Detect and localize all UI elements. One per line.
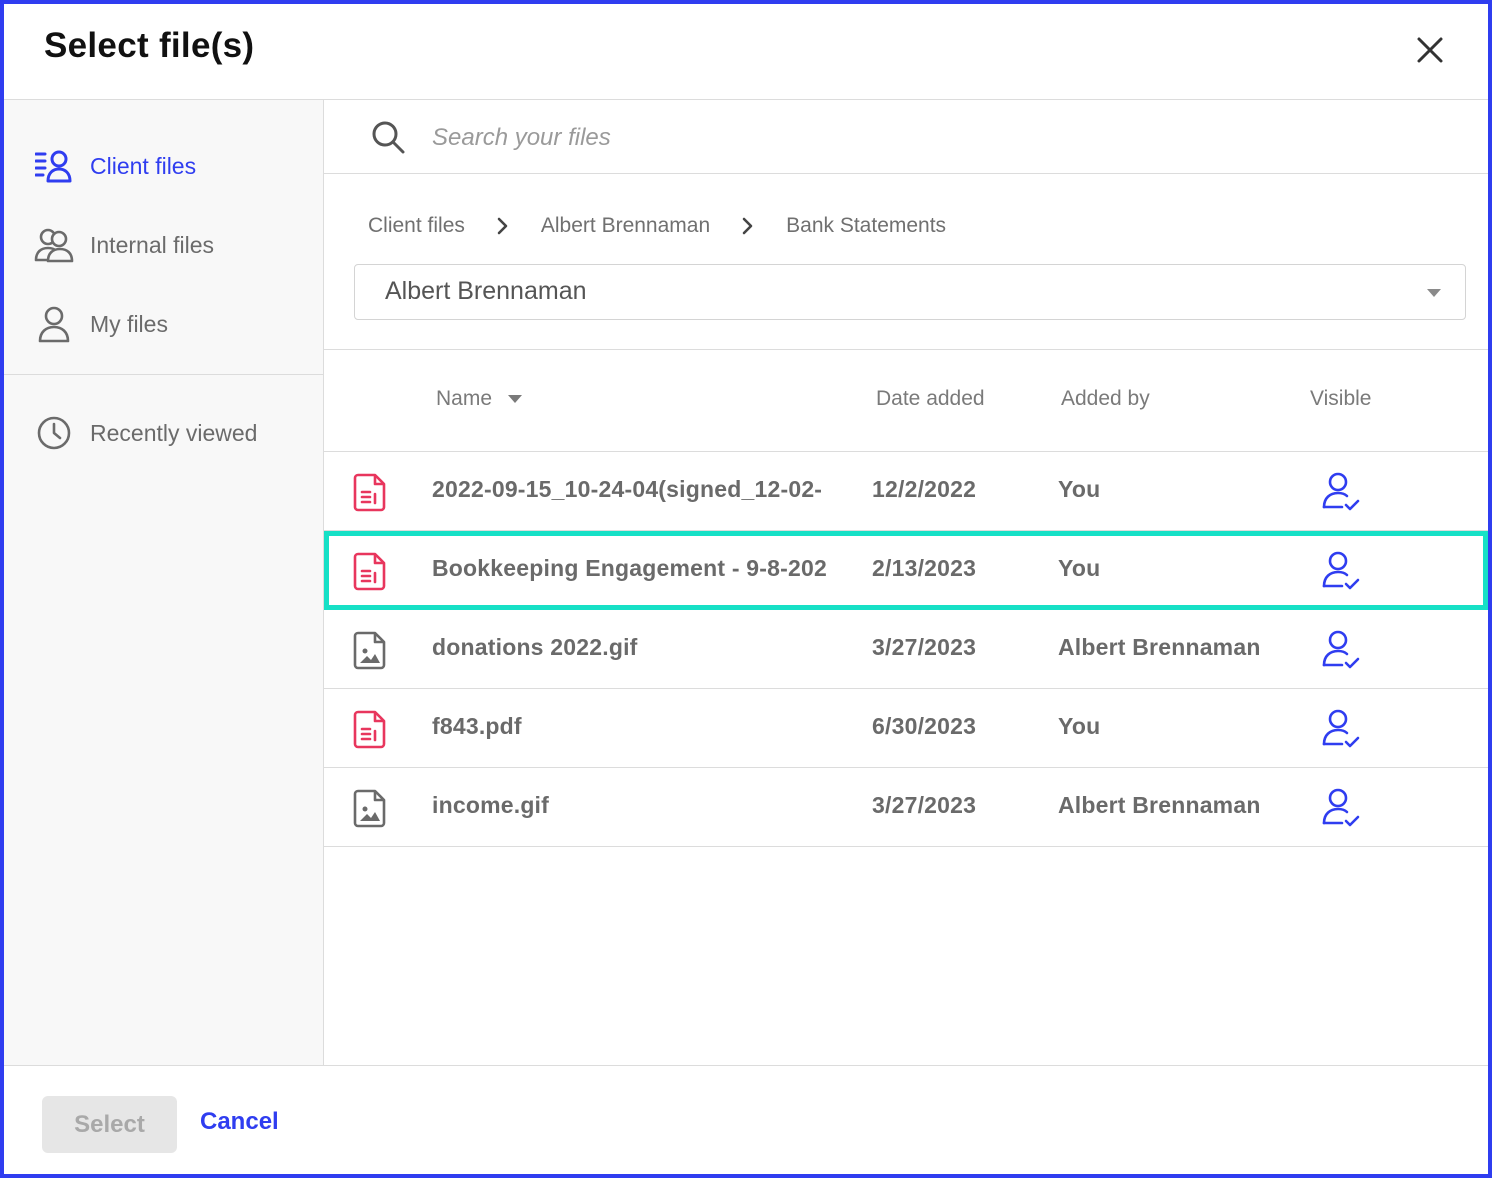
client-select-value: Albert Brennaman <box>385 277 587 305</box>
table-header: Name Date added Added by Visible <box>324 350 1488 452</box>
breadcrumb: Client files Albert Brennaman Bank State… <box>368 208 946 244</box>
user-check-icon[interactable] <box>1319 707 1363 751</box>
table-row[interactable]: income.gif 3/27/2023 Albert Brennaman <box>324 768 1488 847</box>
chevron-right-icon <box>493 216 513 236</box>
client-select[interactable]: Albert Brennaman <box>354 264 1466 320</box>
file-added-by: You <box>1058 713 1101 739</box>
file-name: donations 2022.gif <box>432 634 638 660</box>
column-header-visible[interactable]: Visible <box>1310 387 1371 411</box>
search-input[interactable] <box>432 116 1432 160</box>
table-row-selected[interactable]: Bookkeeping Engagement - 9-8-202 2/13/20… <box>324 531 1488 610</box>
file-date-added: 2/13/2023 <box>872 555 977 581</box>
column-header-added-by[interactable]: Added by <box>1061 387 1150 411</box>
file-name: f843.pdf <box>432 713 522 739</box>
user-check-icon[interactable] <box>1319 628 1363 672</box>
sidebar-item-label: Client files <box>90 152 197 179</box>
users-icon <box>34 225 74 265</box>
sort-down-icon <box>508 395 523 403</box>
breadcrumb-client-files[interactable]: Client files <box>368 214 465 238</box>
file-added-by: You <box>1058 555 1101 581</box>
clock-icon <box>34 413 74 453</box>
column-header-name[interactable]: Name <box>436 387 523 411</box>
sidebar: Client files Internal files My files Rec… <box>4 100 324 1065</box>
chevron-down-icon <box>1427 289 1441 297</box>
file-added-by: Albert Brennaman <box>1058 634 1261 660</box>
image-file-icon <box>353 789 386 828</box>
file-added-by: You <box>1058 476 1101 502</box>
column-header-label: Name <box>436 387 493 410</box>
sidebar-divider <box>4 374 323 375</box>
sidebar-item-recently-viewed[interactable]: Recently viewed <box>34 408 304 458</box>
file-list: 2022-09-15_10-24-04(signed_12-02- 12/2/2… <box>324 452 1488 847</box>
file-date-added: 6/30/2023 <box>872 713 977 739</box>
table-row[interactable]: f843.pdf 6/30/2023 You <box>324 689 1488 768</box>
sidebar-item-label: My files <box>90 310 168 337</box>
file-added-by: Albert Brennaman <box>1058 792 1261 818</box>
file-date-added: 3/27/2023 <box>872 634 977 660</box>
file-name: 2022-09-15_10-24-04(signed_12-02- <box>432 476 823 502</box>
user-icon <box>34 304 74 344</box>
sidebar-item-label: Internal files <box>90 231 215 258</box>
dialog-footer: Select Cancel <box>4 1065 1488 1174</box>
sidebar-item-client-files[interactable]: Client files <box>34 141 304 191</box>
chevron-right-icon <box>738 216 758 236</box>
close-button[interactable] <box>1408 28 1452 72</box>
sidebar-item-internal-files[interactable]: Internal files <box>34 220 304 270</box>
document-icon <box>353 473 386 512</box>
table-row[interactable]: donations 2022.gif 3/27/2023 Albert Bren… <box>324 610 1488 689</box>
user-check-icon[interactable] <box>1319 549 1363 593</box>
sidebar-item-my-files[interactable]: My files <box>34 299 304 349</box>
client-files-icon <box>34 146 74 186</box>
dialog-header: Select file(s) <box>4 4 1488 100</box>
image-file-icon <box>353 631 386 670</box>
document-icon <box>353 710 386 749</box>
select-files-dialog: Select file(s) Client files Internal fil… <box>0 0 1492 1178</box>
user-check-icon[interactable] <box>1319 786 1363 830</box>
file-date-added: 3/27/2023 <box>872 792 977 818</box>
user-check-icon[interactable] <box>1319 470 1363 514</box>
breadcrumb-current-folder[interactable]: Bank Statements <box>786 214 946 238</box>
search-bar <box>324 100 1488 174</box>
file-name: income.gif <box>432 792 550 818</box>
table-row[interactable]: 2022-09-15_10-24-04(signed_12-02- 12/2/2… <box>324 452 1488 531</box>
close-icon <box>1417 37 1443 63</box>
breadcrumb-client[interactable]: Albert Brennaman <box>541 214 710 238</box>
dialog-title: Select file(s) <box>44 26 255 65</box>
main-panel: Client files Albert Brennaman Bank State… <box>324 100 1488 1065</box>
column-header-date-added[interactable]: Date added <box>876 387 985 411</box>
document-icon <box>353 552 386 591</box>
file-date-added: 12/2/2022 <box>872 476 977 502</box>
sidebar-item-label: Recently viewed <box>90 419 258 446</box>
file-name: Bookkeeping Engagement - 9-8-202 <box>432 555 827 581</box>
select-button[interactable]: Select <box>42 1096 177 1153</box>
search-icon <box>372 121 405 154</box>
cancel-button[interactable]: Cancel <box>200 1108 279 1136</box>
